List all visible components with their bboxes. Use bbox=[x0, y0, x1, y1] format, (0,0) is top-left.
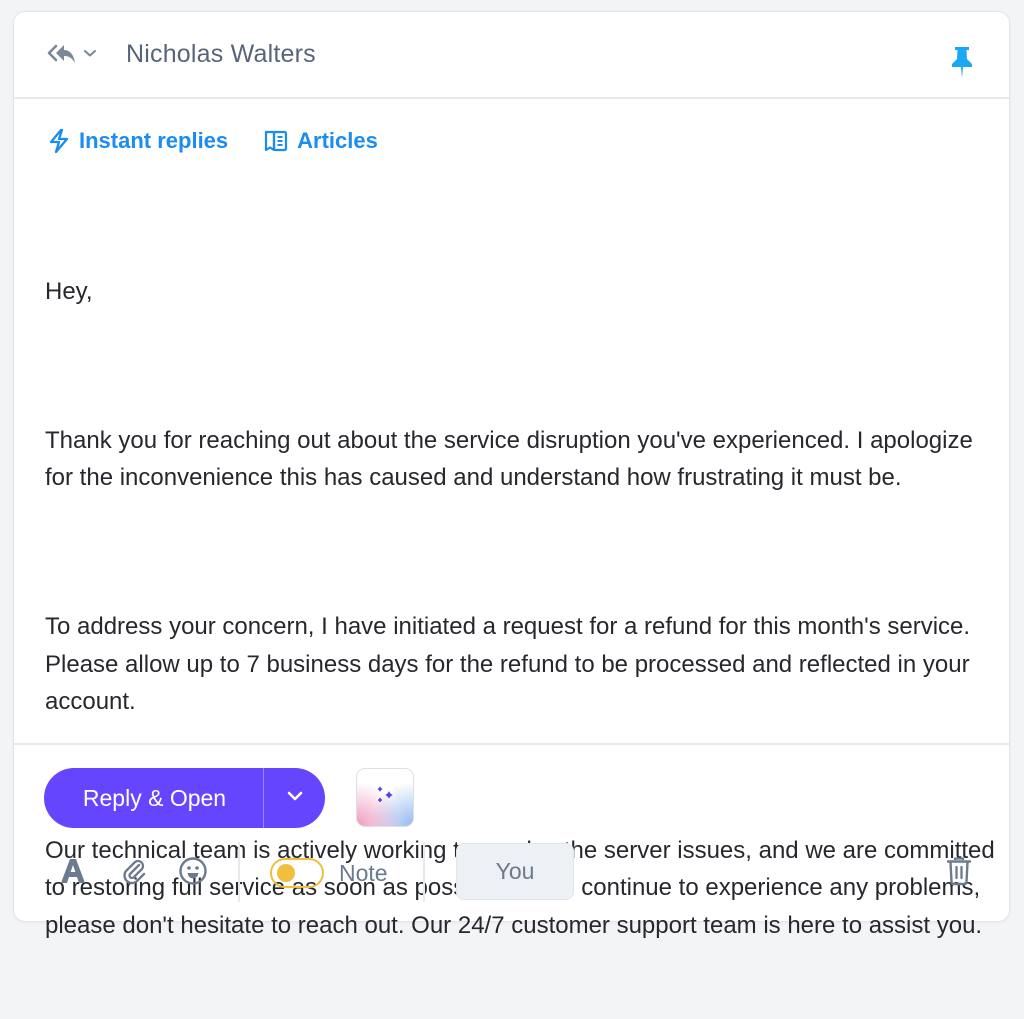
reply-composer-card: Nicholas Walters Instant replies Article… bbox=[13, 11, 1010, 939]
delete-draft-button[interactable] bbox=[946, 856, 972, 891]
reply-and-open-button[interactable]: Reply & Open bbox=[44, 768, 263, 828]
toolbar-separator bbox=[423, 842, 425, 902]
chevron-down-icon bbox=[286, 789, 304, 807]
composer-divider bbox=[14, 743, 1009, 745]
chevron-down-icon bbox=[83, 48, 97, 58]
attach-file-button[interactable] bbox=[120, 856, 148, 891]
trash-icon bbox=[946, 857, 972, 890]
ai-assist-button[interactable] bbox=[356, 768, 414, 827]
composer-quick-links: Instant replies Articles bbox=[48, 128, 414, 154]
pin-icon[interactable] bbox=[951, 46, 973, 85]
text-format-icon bbox=[58, 856, 88, 891]
composer-header: Nicholas Walters bbox=[14, 12, 1009, 99]
lightning-icon bbox=[48, 128, 70, 154]
book-icon bbox=[264, 129, 288, 153]
emoji-button[interactable] bbox=[178, 856, 208, 891]
articles-link[interactable]: Articles bbox=[264, 128, 378, 154]
instant-replies-link[interactable]: Instant replies bbox=[48, 128, 228, 154]
message-paragraph: To address your concern, I have initiate… bbox=[45, 613, 977, 715]
reply-type-selector[interactable] bbox=[47, 42, 97, 64]
text-format-button[interactable] bbox=[58, 856, 88, 891]
toggle-knob bbox=[277, 864, 295, 882]
recipient-name[interactable]: Nicholas Walters bbox=[126, 40, 316, 69]
instant-replies-label: Instant replies bbox=[79, 128, 229, 153]
reply-options-dropdown[interactable] bbox=[264, 768, 325, 828]
articles-label: Articles bbox=[297, 128, 378, 153]
smiley-icon bbox=[178, 856, 208, 891]
message-paragraph: Hey, bbox=[45, 277, 93, 305]
toolbar-separator bbox=[238, 842, 240, 902]
sparkles-icon bbox=[372, 783, 398, 812]
reply-all-icon bbox=[47, 42, 77, 64]
paperclip-icon bbox=[120, 856, 148, 891]
reply-split-button: Reply & Open bbox=[44, 768, 325, 828]
message-paragraph: Thank you for reaching out about the ser… bbox=[45, 426, 980, 492]
composer-tools-row: Note You bbox=[14, 842, 1009, 902]
note-toggle-label[interactable]: Note bbox=[339, 860, 388, 887]
note-toggle[interactable] bbox=[270, 858, 324, 888]
assignee-button[interactable]: You bbox=[456, 843, 574, 900]
